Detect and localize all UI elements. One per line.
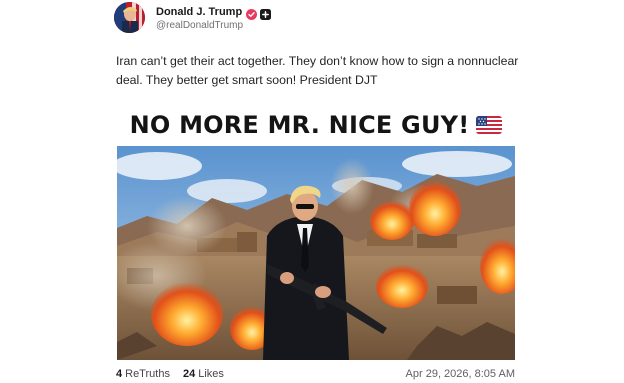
verified-badge-icon [246, 7, 258, 20]
post-text: Iran can’t get their act together. They … [116, 54, 519, 87]
us-flag-icon [476, 116, 503, 134]
retruths-count[interactable]: 4 [116, 368, 122, 380]
likes-label[interactable]: Likes [198, 368, 224, 380]
media-headline: NO MORE MR. NICE GUY! [117, 104, 515, 146]
engagement-stats: 4 ReTruths 24 Likes [116, 368, 224, 380]
plus-badge-icon [260, 7, 272, 20]
display-name[interactable]: Donald J. Trump [156, 6, 242, 18]
avatar[interactable] [114, 2, 145, 33]
retruths-label[interactable]: ReTruths [125, 368, 170, 380]
scene-image [117, 146, 515, 360]
post-media[interactable]: NO MORE MR. NICE GUY! [117, 104, 515, 360]
headline-text: NO MORE MR. NICE GUY! [129, 111, 470, 139]
timestamp[interactable]: Apr 29, 2026, 8:05 AM [406, 368, 515, 380]
likes-count[interactable]: 24 [183, 368, 195, 380]
handle[interactable]: @realDonaldTrump [156, 20, 243, 31]
